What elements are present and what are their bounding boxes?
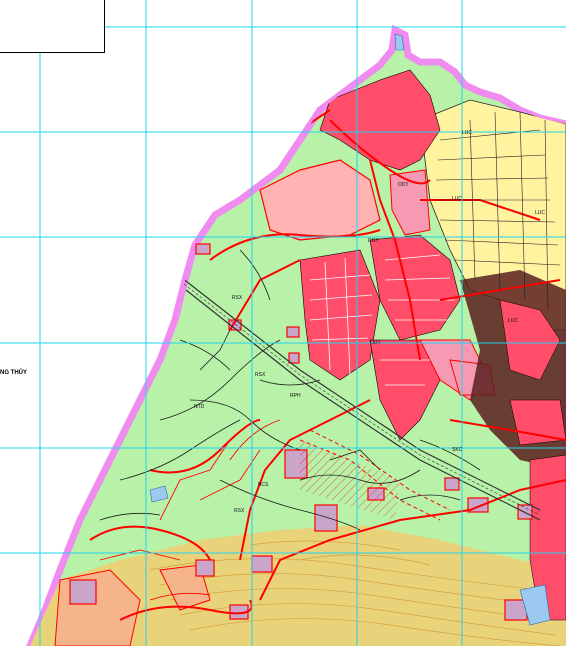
zone-label: LUC: [535, 210, 546, 216]
zone-label: ODT: [370, 340, 381, 346]
zone-label: NTD: [194, 404, 205, 410]
zone-label: BCS: [258, 482, 269, 488]
zone-label: DGT: [368, 238, 379, 244]
zone-label: RSX: [255, 372, 266, 378]
zone-label: LUC: [452, 196, 463, 202]
zone-label: SKC: [452, 447, 463, 453]
inset-box: [0, 0, 105, 53]
zone-label: RPH: [290, 393, 301, 399]
place-label: NG THỦY: [0, 370, 27, 376]
zone-label: ODT: [398, 182, 409, 188]
zone-label: LUC: [462, 130, 473, 136]
zone-label: RSX: [234, 508, 245, 514]
map-canvas[interactable]: NG THỦY LUC LUC LUC LUC ODT ODT DGT RSX …: [0, 0, 566, 646]
map-svg: [0, 0, 566, 646]
zone-label: LUC: [508, 318, 519, 324]
zone-label: RSX: [232, 295, 243, 301]
